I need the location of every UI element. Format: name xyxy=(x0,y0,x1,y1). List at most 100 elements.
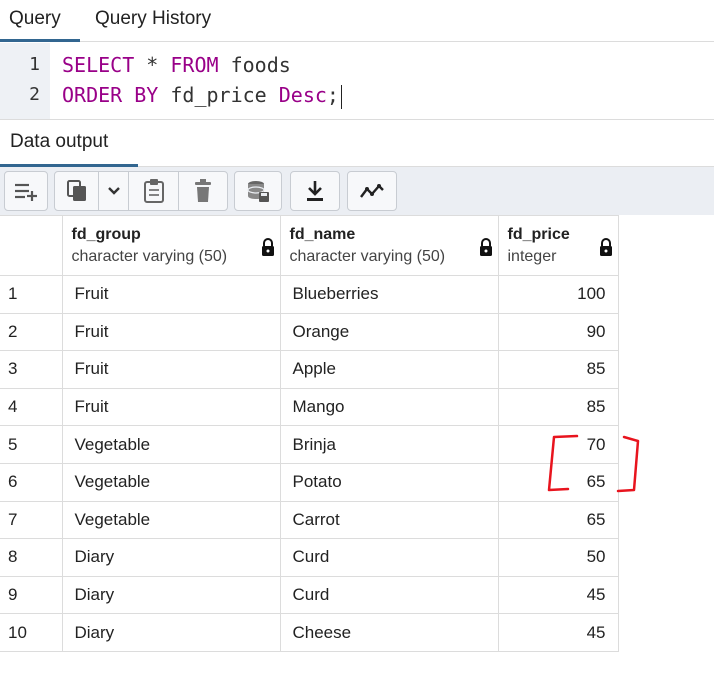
cell-fd-price[interactable]: 90 xyxy=(497,312,619,352)
cell-fd-group[interactable]: Vegetable xyxy=(61,425,281,464)
row-number-cell[interactable]: 3 xyxy=(0,350,63,389)
code-line-2[interactable]: ORDER BY fd_price Desc; xyxy=(62,83,342,109)
red-bracket-annotation xyxy=(547,434,640,493)
column-header-fd-name[interactable]: fd_name character varying (50) xyxy=(279,215,499,276)
row-number-cell[interactable]: 4 xyxy=(0,387,63,427)
text-cursor xyxy=(340,84,342,109)
cell-fd-group[interactable]: Diary xyxy=(61,538,281,577)
cell-fd-price[interactable]: 85 xyxy=(497,350,619,389)
graph-visualiser-button[interactable] xyxy=(347,171,397,211)
cell-fd-group[interactable]: Diary xyxy=(61,575,281,615)
cell-fd-group[interactable]: Fruit xyxy=(61,350,281,389)
sql-keyword: Desc xyxy=(278,83,327,107)
chevron-down-icon xyxy=(107,187,120,195)
column-header-fd-group[interactable]: fd_group character varying (50) xyxy=(61,215,281,276)
cell-fd-name[interactable]: Carrot xyxy=(279,500,499,540)
cell-fd-group[interactable]: Diary xyxy=(61,613,281,652)
add-row-icon xyxy=(5,172,47,210)
cell-fd-name[interactable]: Potato xyxy=(279,462,499,502)
cell-fd-name[interactable]: Cheese xyxy=(279,613,499,652)
cell-fd-price[interactable]: 100 xyxy=(497,275,619,314)
column-header-fd-price[interactable]: fd_price integer xyxy=(497,215,619,276)
row-number-cell[interactable]: 8 xyxy=(0,538,63,577)
column-name: fd_name xyxy=(289,225,356,243)
code-line-1[interactable]: SELECT * FROM foods xyxy=(62,53,291,77)
sql-text: ; xyxy=(326,83,339,107)
cell-fd-price[interactable]: 45 xyxy=(497,575,619,615)
add-row-button[interactable] xyxy=(4,171,48,211)
copy-icon xyxy=(66,180,86,201)
row-number-cell[interactable]: 5 xyxy=(0,425,63,464)
tab-data-output[interactable]: Data output xyxy=(0,120,138,167)
sql-keyword: ORDER BY xyxy=(62,83,159,107)
query-tabs: Query Query History xyxy=(0,0,714,42)
cell-fd-name[interactable]: Brinja xyxy=(279,425,499,464)
cell-fd-name[interactable]: Mango xyxy=(279,387,499,427)
sql-text: * xyxy=(134,53,171,77)
row-number-cell[interactable]: 1 xyxy=(0,275,63,314)
table-row[interactable]: 3 Fruit Apple 85 xyxy=(0,350,619,389)
lock-icon xyxy=(479,238,492,256)
cell-fd-group[interactable]: Fruit xyxy=(61,387,281,427)
sql-keyword: FROM xyxy=(170,53,219,77)
table-row[interactable]: 4 Fruit Mango 85 xyxy=(0,387,619,427)
line-gutter: 1 2 xyxy=(0,43,50,119)
header-row: fd_group character varying (50) fd_name … xyxy=(0,215,619,276)
cell-fd-name[interactable]: Orange xyxy=(279,312,499,352)
graph-icon xyxy=(348,172,396,210)
table-row[interactable]: 1 Fruit Blueberries 100 xyxy=(0,275,619,314)
table-row[interactable]: 5 Vegetable Brinja 70 xyxy=(0,425,619,464)
row-number-cell[interactable]: 10 xyxy=(0,613,63,652)
row-number-cell[interactable]: 2 xyxy=(0,312,63,352)
result-table: fd_group character varying (50) fd_name … xyxy=(0,215,619,652)
download-button[interactable] xyxy=(290,171,340,211)
result-grid: fd_group character varying (50) fd_name … xyxy=(0,215,619,652)
tab-query[interactable]: Query xyxy=(0,0,80,42)
table-row[interactable]: 9 Diary Curd 45 xyxy=(0,575,619,615)
cell-fd-price[interactable]: 65 xyxy=(497,500,619,540)
sql-text: fd_price xyxy=(158,83,279,107)
copy-button[interactable] xyxy=(55,172,99,210)
row-number-cell[interactable]: 9 xyxy=(0,575,63,615)
cell-fd-name[interactable]: Curd xyxy=(279,538,499,577)
delete-icon xyxy=(195,179,211,202)
sql-text: foods xyxy=(218,53,291,77)
table-row[interactable]: 6 Vegetable Potato 65 xyxy=(0,462,619,502)
line-number: 1 xyxy=(29,54,40,75)
copy-options-dropdown[interactable] xyxy=(99,172,129,210)
cell-fd-price[interactable]: 45 xyxy=(497,613,619,652)
row-number-cell[interactable]: 6 xyxy=(0,462,63,502)
lock-icon xyxy=(261,238,274,256)
output-panel-header: Data output xyxy=(0,119,714,167)
cell-fd-price[interactable]: 85 xyxy=(497,387,619,427)
cell-fd-group[interactable]: Fruit xyxy=(61,275,281,314)
table-row[interactable]: 2 Fruit Orange 90 xyxy=(0,312,619,352)
row-number-header xyxy=(0,215,63,276)
save-data-button[interactable] xyxy=(234,171,282,211)
row-number-cell[interactable]: 7 xyxy=(0,500,63,540)
delete-button[interactable] xyxy=(179,172,227,210)
cell-fd-price[interactable]: 50 xyxy=(497,538,619,577)
paste-icon xyxy=(143,179,164,203)
tab-query-history[interactable]: Query History xyxy=(95,0,235,42)
sql-editor[interactable]: 1 2 SELECT * FROM foods ORDER BY fd_pric… xyxy=(0,43,714,119)
table-row[interactable]: 10 Diary Cheese 45 xyxy=(0,613,619,652)
download-icon xyxy=(291,172,339,210)
column-type: character varying (50) xyxy=(71,247,228,265)
edit-button-group xyxy=(54,171,228,211)
paste-button[interactable] xyxy=(129,172,179,210)
table-row[interactable]: 8 Diary Curd 50 xyxy=(0,538,619,577)
lock-icon xyxy=(599,238,612,256)
sql-keyword: SELECT xyxy=(62,53,135,77)
cell-fd-name[interactable]: Blueberries xyxy=(279,275,499,314)
column-type: character varying (50) xyxy=(289,247,446,265)
table-row[interactable]: 7 Vegetable Carrot 65 xyxy=(0,500,619,540)
cell-fd-group[interactable]: Vegetable xyxy=(61,500,281,540)
cell-fd-group[interactable]: Fruit xyxy=(61,312,281,352)
cell-fd-group[interactable]: Vegetable xyxy=(61,462,281,502)
data-toolbar xyxy=(0,167,714,215)
line-number: 2 xyxy=(29,84,40,105)
cell-fd-name[interactable]: Apple xyxy=(279,350,499,389)
column-name: fd_group xyxy=(71,225,141,243)
cell-fd-name[interactable]: Curd xyxy=(279,575,499,615)
